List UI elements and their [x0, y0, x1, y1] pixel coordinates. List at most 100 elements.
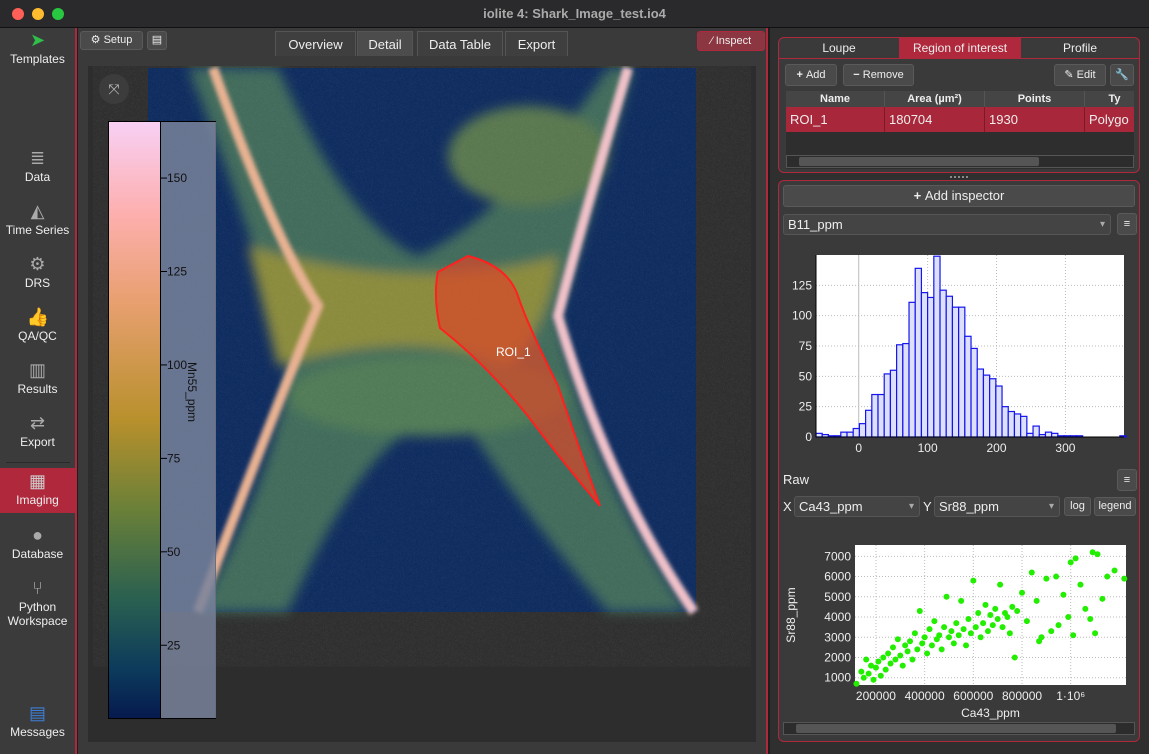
minimize-window-button[interactable]	[32, 8, 44, 20]
colorbar-axis: 150 125 100 75 50 25 Mn55_ppm	[160, 122, 216, 718]
sidebar-item-data[interactable]: ≣ Data	[0, 148, 75, 184]
legend-button[interactable]: legend	[1094, 497, 1136, 516]
column-header-points[interactable]: Points	[985, 91, 1085, 107]
x-tick-label: 800000	[1002, 689, 1042, 703]
scatter-point	[919, 640, 926, 647]
sidebar-item-export[interactable]: ⇄ Export	[0, 413, 75, 449]
scatter-point	[1011, 654, 1018, 661]
sidebar-item-time-series[interactable]: ◭ Time Series	[0, 201, 75, 237]
sidebar-item-imaging[interactable]: ▦ Imaging	[0, 468, 75, 513]
globe-icon: ●	[32, 525, 43, 545]
scatter-point	[865, 670, 872, 677]
sidebar-item-templates[interactable]: ➤ Templates	[0, 30, 75, 66]
add-roi-button[interactable]: + Add	[785, 64, 837, 86]
scatter-point	[1092, 630, 1099, 637]
maximize-window-button[interactable]	[52, 8, 64, 20]
y-channel-select[interactable]: Sr88_ppm	[934, 496, 1060, 517]
scatter-point	[1004, 614, 1011, 621]
imaging-main-panel: ⚙ Setup ▤ Overview Detail Data Table Exp…	[78, 28, 768, 754]
histogram-bar	[871, 393, 879, 438]
scatter-point	[904, 648, 911, 655]
tab-detail[interactable]: Detail	[357, 31, 413, 56]
scatter-point	[892, 656, 899, 663]
sidebar-item-messages[interactable]: ▤ Messages	[0, 703, 75, 739]
window-title: iolite 4: Shark_Image_test.io4	[483, 6, 666, 21]
scatter-point	[977, 634, 984, 641]
scatter-point	[858, 668, 865, 675]
tab-overview[interactable]: Overview	[275, 31, 356, 56]
notes-button[interactable]: ▤	[147, 31, 167, 50]
x-tick-label: 400000	[905, 689, 945, 703]
scatter-point	[894, 636, 901, 643]
x-tick-label: 0	[855, 441, 862, 454]
splitter-handle[interactable]	[950, 176, 968, 178]
roi-table-scrollbar[interactable]	[786, 155, 1134, 168]
histogram-bar	[902, 342, 910, 438]
plus-icon: +	[913, 188, 925, 203]
messages-icon: ▤	[28, 703, 46, 723]
edit-roi-button[interactable]: ✎ Edit	[1054, 64, 1106, 86]
remove-roi-button[interactable]: − Remove	[843, 64, 914, 86]
histogram-menu-button[interactable]: ≡	[1117, 213, 1137, 235]
tab-export[interactable]: Export	[505, 31, 568, 56]
column-header-type[interactable]: Ty	[1085, 91, 1134, 107]
tab-region-of-interest[interactable]: Region of interest	[899, 38, 1021, 58]
tools-button[interactable]: 🔧	[1110, 64, 1134, 86]
y-tick-label: 5000	[824, 590, 851, 604]
scatter-menu-button[interactable]: ≡	[1117, 469, 1137, 491]
histogram-bar	[865, 409, 873, 438]
scatter-point	[870, 676, 877, 683]
histogram-bar	[840, 431, 848, 438]
sidebar-item-qaqc[interactable]: 👍 QA/QC	[0, 307, 75, 343]
histogram-channel-select[interactable]: B11_ppm	[783, 214, 1111, 235]
scatter-point	[928, 642, 935, 649]
histogram-bar	[815, 432, 823, 438]
close-window-button[interactable]	[12, 8, 24, 20]
scatter-point	[980, 620, 987, 627]
scatter-point	[911, 630, 918, 637]
x-tick-label: 200	[987, 441, 1007, 454]
scatter-point	[1072, 555, 1079, 562]
scatter-point	[899, 662, 906, 669]
inspect-label: Inspect	[715, 35, 752, 47]
sidebar-item-database[interactable]: ● Database	[0, 525, 75, 561]
setup-label: Setup	[103, 34, 133, 46]
scatter-point	[907, 638, 914, 645]
arrows-exchange-icon: ⇄	[29, 413, 46, 433]
column-header-area[interactable]: Area (µm²)	[885, 91, 985, 107]
sidebar-item-results[interactable]: ▥ Results	[0, 360, 75, 396]
x-axis-label: X	[783, 499, 792, 514]
sidebar-item-drs[interactable]: ⚙ DRS	[0, 254, 75, 290]
y-tick-label: 125	[792, 278, 812, 292]
y-tick-label: 2000	[824, 650, 851, 664]
inspector-scrollbar[interactable]	[783, 722, 1135, 735]
column-header-name[interactable]: Name	[786, 91, 885, 107]
add-inspector-button[interactable]: + Add inspector	[783, 185, 1135, 207]
scatter-point	[885, 650, 892, 657]
tab-profile[interactable]: Profile	[1021, 38, 1139, 58]
sidebar-item-python-workspace[interactable]: ⑂ Python Workspace	[0, 578, 75, 628]
scatter-point	[992, 605, 999, 612]
wrench-icon: 🔧	[1115, 69, 1129, 81]
tab-loupe[interactable]: Loupe	[779, 38, 899, 58]
scatter-point	[1006, 630, 1013, 637]
roi-box: Loupe Region of interest Profile + Add −…	[778, 37, 1140, 173]
histogram-bar	[970, 347, 978, 438]
scatter-point	[943, 593, 950, 600]
setup-button[interactable]: ⚙ Setup	[80, 31, 143, 50]
image-view[interactable]: ROI_1 ⤧ 150 125 100 75 50 25 Mn55_ppm	[88, 66, 756, 742]
inspector-box: + Add inspector B11_ppm ≡ 02550751001250…	[778, 180, 1140, 742]
scatter-point	[1077, 581, 1084, 588]
log-button[interactable]: log	[1064, 497, 1091, 516]
scatter-point	[999, 624, 1006, 631]
inspect-button[interactable]: ⁄ Inspect	[697, 31, 765, 51]
tab-data-table[interactable]: Data Table	[417, 31, 503, 56]
y-tick-label: 50	[799, 369, 813, 383]
sidebar-label: Results	[17, 382, 58, 396]
scatter-point	[853, 680, 860, 687]
y-tick-label: 3000	[824, 630, 851, 644]
x-channel-select[interactable]: Ca43_ppm	[794, 496, 920, 517]
histogram-bar	[951, 306, 960, 438]
scatter-point	[926, 626, 933, 633]
sidebar-label: Time Series	[5, 223, 70, 237]
